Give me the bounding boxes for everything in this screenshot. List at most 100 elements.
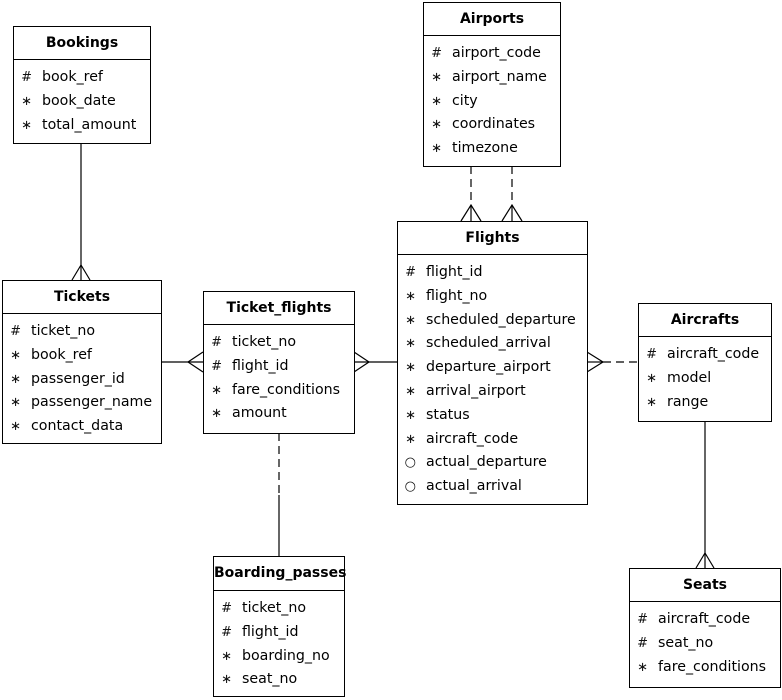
key-marker-icon: # [646,347,657,362]
mandatory-marker-icon: ∗ [211,406,222,422]
attribute-name: flight_id [426,264,483,280]
attribute-row: # flight_id [204,355,354,379]
attribute-name: fare_conditions [232,381,341,398]
entity-flights[interactable]: Flights # flight_id ∗ flight_no ∗ scheduled… [397,221,588,505]
attribute-row: ∗ passenger_name [3,391,161,415]
entity-boarding-passes[interactable]: Boarding_passes # ticket_no # flight_id ∗ b… [213,556,346,697]
attribute-name: aircraft_code [667,346,760,362]
key-marker-icon: # [21,70,32,85]
attribute-row: # aircraft_code [639,343,771,367]
attribute-name: fare_conditions [658,658,767,675]
key-marker-icon: # [637,612,648,627]
attribute-row: ∗ flight_no [398,285,587,309]
attribute-row: ∗ fare_conditions [204,379,354,403]
link-airports-flights-arrival [501,166,523,222]
attribute-name: ticket_no [242,600,307,616]
attribute-name: range [667,393,709,410]
attribute-row: ∗ book_date [14,90,150,114]
attribute-row: ∗ arrival_airport [398,380,587,404]
link-aircrafts-flights [586,351,638,373]
attribute-name: arrival_airport [426,382,526,399]
mandatory-marker-icon: ∗ [221,648,232,664]
attribute-row: ∗ aircraft_code [398,428,587,452]
mandatory-marker-icon: ∗ [10,395,21,411]
attribute-row: ∗ contact_data [3,415,161,439]
attribute-row: ∗ scheduled_departure [398,309,587,333]
mandatory-marker-icon: ∗ [21,117,32,133]
entity-title: Seats [630,569,780,602]
entity-title: Ticket_flights [204,292,354,325]
attribute-row: ∗ coordinates [424,113,560,137]
mandatory-marker-icon: ∗ [405,336,416,352]
entity-ticket-flights[interactable]: Ticket_flights # ticket_no # flight_id ∗ fa… [203,291,355,434]
attribute-name: passenger_id [31,370,125,387]
mandatory-marker-icon: ∗ [405,431,416,447]
attribute-row: ∗ book_ref [3,344,161,368]
mandatory-marker-icon: ∗ [10,371,21,387]
attribute-name: coordinates [452,116,536,133]
attribute-row: # flight_id [214,621,344,645]
attribute-row: # seat_no [630,632,780,656]
mandatory-marker-icon: ∗ [431,69,442,85]
attribute-name: seat_no [658,634,714,651]
link-aircrafts-seats [695,421,715,569]
mandatory-marker-icon: ∗ [405,360,416,376]
mandatory-marker-icon: ∗ [10,419,21,435]
link-bookings-tickets [71,143,91,281]
attribute-row: ∗ seat_no [214,668,344,692]
entity-title: Tickets [3,281,161,314]
link-airports-flights-departure [460,166,482,222]
mandatory-marker-icon: ∗ [646,370,657,386]
attribute-name: aircraft_code [658,611,751,627]
attribute-name: airport_code [452,45,541,61]
attribute-name: actual_arrival [426,478,522,495]
attribute-row: ∗ departure_airport [398,356,587,380]
attribute-row: ∗ model [639,367,771,391]
key-marker-icon: # [405,265,416,280]
attribute-name: book_date [42,92,116,109]
entity-tickets[interactable]: Tickets # ticket_no ∗ book_ref ∗ passenger_… [2,280,162,444]
link-flights-ticket-flights [353,351,397,373]
attribute-row: ∗ airport_name [424,66,560,90]
entity-title: Aircrafts [639,304,771,337]
attribute-row: ∗ scheduled_arrival [398,332,587,356]
mandatory-marker-icon: ∗ [405,407,416,423]
mandatory-marker-icon: ∗ [10,347,21,363]
entity-title: Airports [424,3,560,36]
attribute-row: # book_ref [14,66,150,90]
key-marker-icon: # [637,635,648,651]
mandatory-marker-icon: ∗ [637,659,648,675]
attribute-name: contact_data [31,418,124,435]
mandatory-marker-icon: ∗ [431,93,442,109]
entity-aircrafts[interactable]: Aircrafts # aircraft_code ∗ model ∗ range [638,303,772,422]
attribute-name: scheduled_arrival [426,335,551,352]
attribute-row: ∗ range [639,391,771,415]
key-marker-icon: # [431,46,442,61]
attribute-row: ○ actual_arrival [398,475,587,499]
link-tickets-ticket-flights [161,351,204,373]
entity-airports[interactable]: Airports # airport_code ∗ airport_name ∗ ci… [423,2,561,167]
entity-title: Bookings [14,27,150,60]
attribute-name: amount [232,405,287,422]
attribute-row: ∗ timezone [424,137,560,161]
mandatory-marker-icon: ∗ [431,117,442,133]
attribute-name: flight_no [426,287,488,304]
entity-title: Flights [398,222,587,255]
mandatory-marker-icon: ∗ [646,394,657,410]
attribute-name: timezone [452,140,518,157]
attribute-row: # ticket_no [204,331,354,355]
attribute-name: book_ref [42,69,103,85]
mandatory-marker-icon: ∗ [21,93,32,109]
attribute-name: airport_name [452,68,547,85]
entity-bookings[interactable]: Bookings # book_ref ∗ book_date ∗ total_amo… [13,26,151,144]
entity-seats[interactable]: Seats # aircraft_code # seat_no ∗ fare_cond… [629,568,781,688]
attribute-name: scheduled_departure [426,311,576,328]
attribute-name: actual_departure [426,454,547,471]
attribute-row: # ticket_no [3,320,161,344]
attribute-name: flight_id [242,623,299,640]
attribute-row: # aircraft_code [630,608,780,632]
mandatory-marker-icon: ∗ [221,672,232,688]
mandatory-marker-icon: ∗ [405,312,416,328]
attribute-row: ∗ total_amount [14,114,150,138]
mandatory-marker-icon: ∗ [405,383,416,399]
